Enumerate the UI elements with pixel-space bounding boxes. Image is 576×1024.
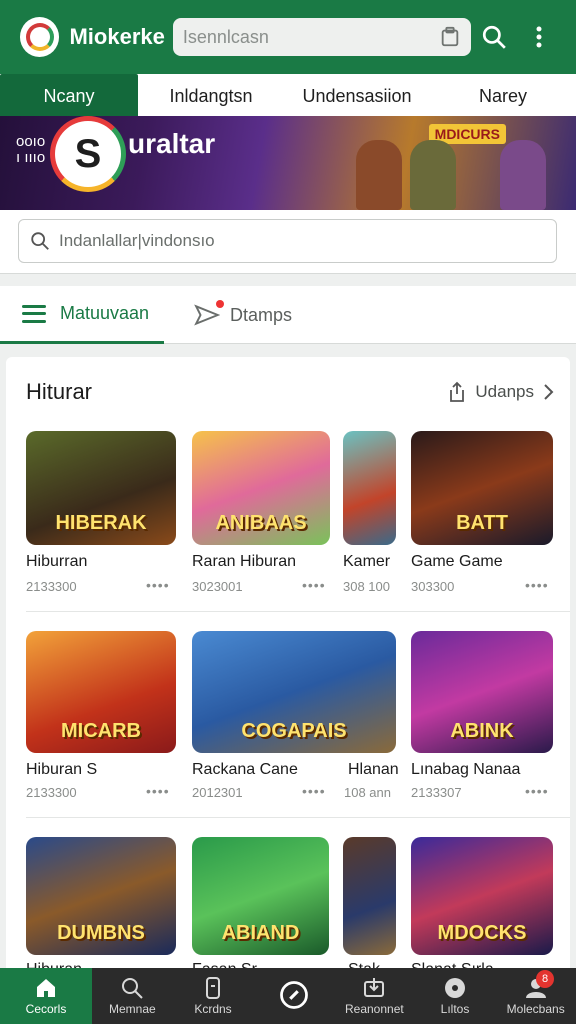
- app-logo[interactable]: [20, 17, 60, 57]
- banner-character: [500, 140, 546, 210]
- more-dots-icon[interactable]: ••••: [302, 783, 326, 799]
- nav-search[interactable]: Memnae: [92, 968, 173, 1024]
- top-search-input[interactable]: Isennlcasn: [172, 18, 472, 56]
- game-meta: 303300: [411, 579, 455, 594]
- game-title[interactable]: Kamer: [343, 553, 390, 571]
- top-app-bar: Miokerke Isennlcasn: [0, 0, 576, 74]
- chevron-right-icon: [544, 384, 554, 400]
- game-title[interactable]: Hiburan S: [26, 761, 97, 779]
- section-more-button[interactable]: Udanps: [447, 381, 554, 403]
- nav-explore[interactable]: [253, 968, 334, 1024]
- game-meta: 2012301: [192, 785, 243, 800]
- game-tile[interactable]: ABIAND: [192, 837, 329, 955]
- game-row: DUMBNS ABIAND MDOCKS Hiburan Fasan Sr St…: [26, 837, 570, 977]
- more-dots-icon[interactable]: ••••: [146, 577, 170, 593]
- tab-ncany[interactable]: Ncany: [0, 74, 138, 118]
- disc-icon: [445, 978, 466, 998]
- notification-dot: [216, 300, 224, 308]
- tab-inldangtsn[interactable]: Inldangtsn: [138, 74, 284, 118]
- home-icon: [37, 979, 55, 997]
- phone-icon: [206, 977, 220, 999]
- search-icon: [122, 978, 144, 999]
- game-meta: 2133307: [411, 785, 462, 800]
- game-tile[interactable]: BATT: [411, 431, 553, 545]
- game-tile[interactable]: MICARB: [26, 631, 176, 753]
- list-icon: [22, 304, 46, 323]
- game-title[interactable]: Hlanan: [348, 761, 399, 779]
- banner-brand: uraltar: [128, 128, 216, 159]
- nav-home[interactable]: Cecorls: [0, 968, 92, 1024]
- segment-dtamps[interactable]: Dtamps: [194, 286, 292, 344]
- top-search-placeholder: Isennlcasn: [182, 26, 269, 47]
- tab-narey[interactable]: Narey: [430, 74, 576, 118]
- game-row: MICARB COGAPAIS ABINK Hiburan S Rackana …: [26, 631, 570, 811]
- game-title[interactable]: Raran Hiburan: [192, 553, 296, 571]
- game-title[interactable]: Game Game: [411, 553, 503, 571]
- bottom-navigation: Cecorls Memnae Kcrdns Reanonnet Lıltos 8…: [0, 968, 576, 1024]
- game-meta: 2133300: [26, 579, 77, 594]
- segment-matuuvaan[interactable]: Matuuvaan: [0, 286, 164, 344]
- search-input[interactable]: Indanlallar|vindonsıo: [18, 219, 557, 263]
- game-tile[interactable]: [343, 837, 396, 955]
- search-placeholder: Indanlallar|vindonsıo: [59, 231, 215, 250]
- game-meta: 2133300: [26, 785, 77, 800]
- nav-profile[interactable]: 8 Molecbans: [495, 968, 576, 1024]
- game-title[interactable]: Lınabag Nanaa: [411, 761, 520, 779]
- game-title[interactable]: Hiburran: [26, 553, 87, 571]
- game-tile[interactable]: MDOCKS: [411, 837, 553, 955]
- nav-devices[interactable]: Kcrdns: [173, 968, 254, 1024]
- search-icon[interactable]: [471, 14, 516, 60]
- game-tile[interactable]: DUMBNS: [26, 837, 176, 955]
- promo-banner[interactable]: ooıo ı ıııo S uraltar MDICURS: [0, 116, 576, 210]
- notification-badge: 8: [536, 970, 555, 988]
- app-screen: Miokerke Isennlcasn Ncany Inldangtsn Und…: [0, 0, 576, 1024]
- clipboard-icon[interactable]: [439, 26, 461, 48]
- more-dots-icon[interactable]: ••••: [525, 783, 549, 799]
- nav-downloads[interactable]: Reanonnet: [334, 968, 415, 1024]
- game-tile[interactable]: ANIBAAS: [192, 431, 330, 545]
- banner-small-text: ooıo ı ıııo: [16, 133, 46, 166]
- segment-tabs: Matuuvaan Dtamps: [0, 286, 576, 344]
- game-meta: 308 100: [343, 579, 390, 594]
- banner-logo: S: [50, 116, 126, 192]
- row-divider: [26, 817, 570, 818]
- compass-icon: [279, 981, 308, 1009]
- game-tile[interactable]: ABINK: [411, 631, 553, 753]
- share-icon: [450, 381, 465, 402]
- game-meta: 3023001: [192, 579, 243, 594]
- row-divider: [26, 611, 570, 612]
- app-name: Miokerke: [69, 24, 165, 49]
- game-tile[interactable]: [343, 431, 396, 545]
- category-tabs: Ncany Inldangtsn Undensasiion Narey: [0, 74, 576, 118]
- more-dots-icon[interactable]: ••••: [525, 577, 549, 593]
- section-title: Hiturar: [26, 379, 93, 404]
- game-tile[interactable]: HIBERAK: [26, 431, 176, 545]
- tab-undensasiion[interactable]: Undensasiion: [284, 74, 430, 118]
- game-meta: 108 ann: [344, 785, 391, 800]
- game-title[interactable]: Rackana Cane: [192, 761, 298, 779]
- content-card: Hiturar Udanps HIBERAK ANIBAAS BATT Hibu…: [6, 357, 570, 977]
- game-row: HIBERAK ANIBAAS BATT Hiburran Raran Hibu…: [26, 431, 570, 611]
- download-icon: [364, 978, 385, 997]
- banner-character: [410, 140, 456, 210]
- banner-character: [356, 140, 402, 210]
- nav-library[interactable]: Lıltos: [415, 968, 496, 1024]
- more-dots-icon[interactable]: ••••: [146, 783, 170, 799]
- game-tile[interactable]: COGAPAIS: [192, 631, 396, 753]
- more-dots-icon[interactable]: ••••: [302, 577, 326, 593]
- more-vertical-icon[interactable]: [517, 14, 562, 60]
- search-icon: [31, 232, 49, 250]
- search-section: Indanlallar|vindonsıo: [0, 210, 576, 274]
